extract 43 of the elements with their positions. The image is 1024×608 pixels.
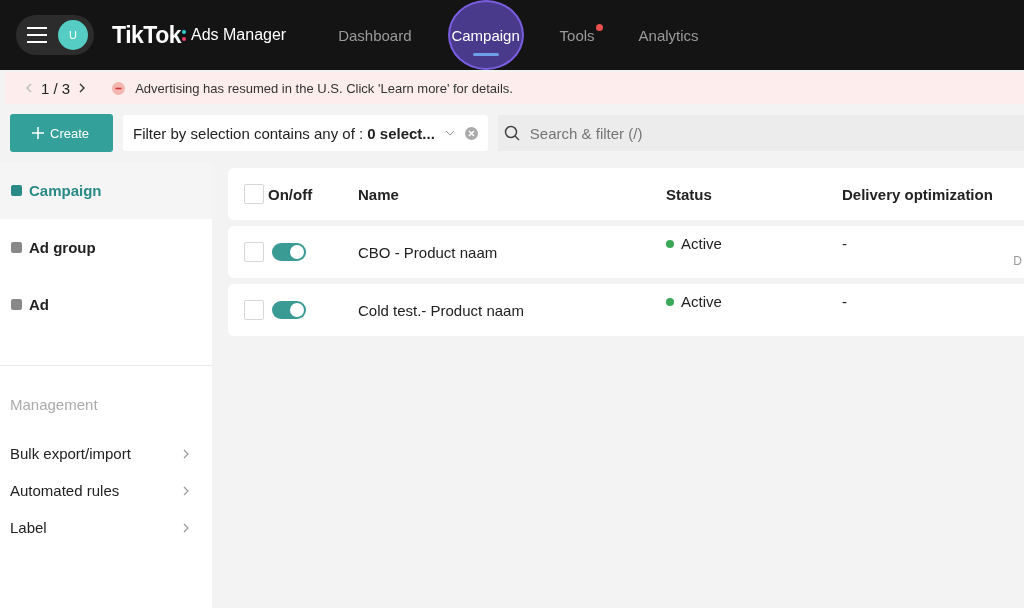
nav-tab[interactable]: Tools (551, 0, 603, 70)
column-header: Status (666, 185, 713, 203)
chevron-right-icon (182, 448, 190, 459)
nav-tab[interactable]: Dashboard (330, 0, 420, 70)
nav-tab[interactable]: Campaign (447, 0, 524, 70)
search-bar[interactable]: Search & filter (/) (497, 115, 1024, 151)
search-field[interactable]: Search & filter (/) (527, 123, 1024, 143)
menu-icon[interactable] (26, 26, 48, 44)
campaign-name: Cold test.- Product naam (358, 301, 525, 319)
column-header: Name (358, 185, 400, 203)
colon-icon (181, 28, 187, 42)
section-heading: Management (9, 395, 99, 415)
caret-icon (444, 130, 455, 136)
minus-circle-icon (112, 81, 126, 95)
chevron-left-icon[interactable] (25, 83, 33, 93)
pager-text: 1 / 3 (41, 79, 71, 97)
toggle-switch[interactable] (272, 243, 306, 261)
filter-dropdown[interactable]: Filter by selection contains any of : 0 select... (123, 115, 488, 151)
plus-icon (32, 127, 44, 139)
nav-tab[interactable]: Analytics (630, 0, 707, 70)
campaign-name: CBO - Product naam (358, 243, 499, 261)
table-cell-text: - (842, 293, 848, 310)
column-header: Delivery optimization (842, 185, 994, 203)
clear-icon[interactable] (464, 126, 478, 140)
search-icon (503, 125, 520, 141)
row-checkbox[interactable] (244, 300, 264, 320)
logo-suffix: Ads Manager (191, 26, 287, 44)
table-row[interactable]: Cold test.- Product naam Active - (228, 284, 1024, 336)
status-text: Active (681, 293, 722, 310)
select-all-checkbox[interactable] (244, 184, 264, 204)
status-text: Active (681, 235, 722, 252)
chevron-right-icon (182, 522, 190, 533)
column-header: On/off (268, 185, 314, 203)
table-cell-text: - (842, 235, 848, 252)
table-row[interactable]: CBO - Product naam Active - D (228, 226, 1024, 278)
chevron-right-icon[interactable] (78, 83, 87, 93)
level-tab[interactable]: Campaign (0, 162, 212, 219)
table-cell: D (1013, 254, 1022, 268)
toggle-switch[interactable] (272, 301, 306, 319)
row-checkbox[interactable] (244, 242, 264, 262)
logo-text: TikTok (112, 21, 181, 49)
chevron-right-icon (182, 485, 190, 496)
notice-text: Advertising has resumed in the U.S. Click 'Learn more' for details. (135, 80, 513, 96)
